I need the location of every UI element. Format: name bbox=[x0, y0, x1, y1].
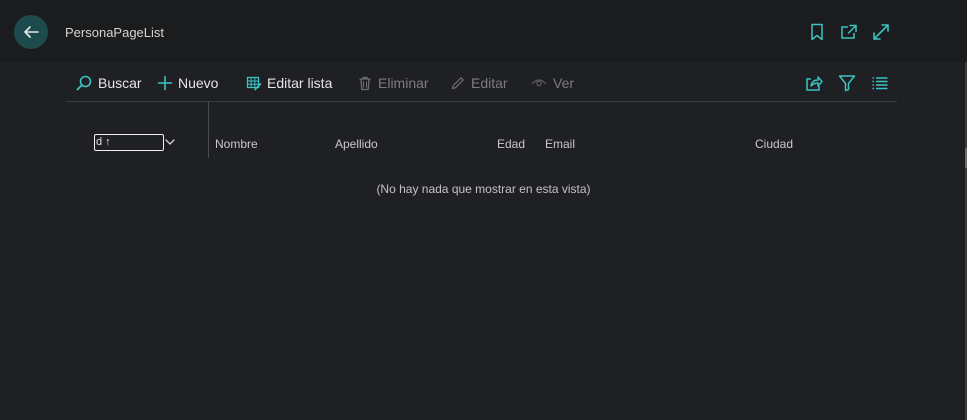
expand-button[interactable] bbox=[871, 22, 891, 42]
edit-list-label: Editar lista bbox=[267, 75, 333, 91]
view-label: Ver bbox=[553, 75, 575, 91]
search-button[interactable]: Buscar bbox=[75, 73, 142, 93]
pencil-icon bbox=[451, 77, 464, 90]
column-header-edad[interactable]: Edad bbox=[497, 137, 525, 151]
edit-label: Editar bbox=[471, 75, 508, 91]
filter-button[interactable] bbox=[837, 73, 857, 93]
delete-label: Eliminar bbox=[378, 75, 429, 91]
column-header-email[interactable]: Email bbox=[545, 137, 575, 151]
top-bar: PersonaPageList bbox=[0, 0, 967, 62]
column-header-ciudad[interactable]: Ciudad bbox=[755, 137, 793, 151]
expand-icon bbox=[873, 24, 889, 40]
list-icon bbox=[872, 77, 888, 90]
arrow-left-icon bbox=[24, 26, 39, 38]
view-button[interactable]: Ver bbox=[530, 73, 574, 93]
share-icon bbox=[806, 76, 823, 91]
bookmark-icon bbox=[811, 23, 823, 41]
column-header-nombre[interactable]: Nombre bbox=[215, 137, 258, 151]
sort-field-selector[interactable]: d ↑ bbox=[94, 134, 164, 151]
list-view-button[interactable] bbox=[870, 73, 890, 93]
empty-list-message: (No hay nada que mostrar en esta vista) bbox=[376, 182, 591, 196]
eye-icon bbox=[531, 79, 547, 87]
grid-header: d ↑ Nombre Apellido Edad Email Ciudad bbox=[66, 102, 897, 158]
search-label: Buscar bbox=[98, 75, 142, 91]
delete-button[interactable]: Eliminar bbox=[357, 73, 429, 93]
new-label: Nuevo bbox=[178, 75, 219, 91]
filter-icon bbox=[838, 75, 856, 92]
bookmark-button[interactable] bbox=[807, 22, 827, 42]
edit-list-icon bbox=[246, 76, 262, 91]
edit-list-button[interactable]: Editar lista bbox=[246, 73, 332, 93]
chevron-down-icon[interactable] bbox=[164, 136, 176, 148]
search-icon bbox=[76, 75, 92, 91]
plus-icon bbox=[157, 75, 173, 91]
action-bar: Buscar Nuevo Editar lista Eliminar Edita… bbox=[66, 64, 897, 102]
open-in-new-window-icon bbox=[841, 24, 857, 39]
new-button[interactable]: Nuevo bbox=[157, 73, 218, 93]
page-title: PersonaPageList bbox=[65, 25, 165, 40]
open-new-window-button[interactable] bbox=[839, 22, 859, 42]
column-separator bbox=[208, 102, 209, 158]
trash-icon bbox=[359, 76, 371, 91]
share-button[interactable] bbox=[804, 73, 824, 93]
back-button[interactable] bbox=[14, 15, 48, 49]
column-header-apellido[interactable]: Apellido bbox=[335, 137, 378, 151]
edit-button[interactable]: Editar bbox=[450, 73, 508, 93]
